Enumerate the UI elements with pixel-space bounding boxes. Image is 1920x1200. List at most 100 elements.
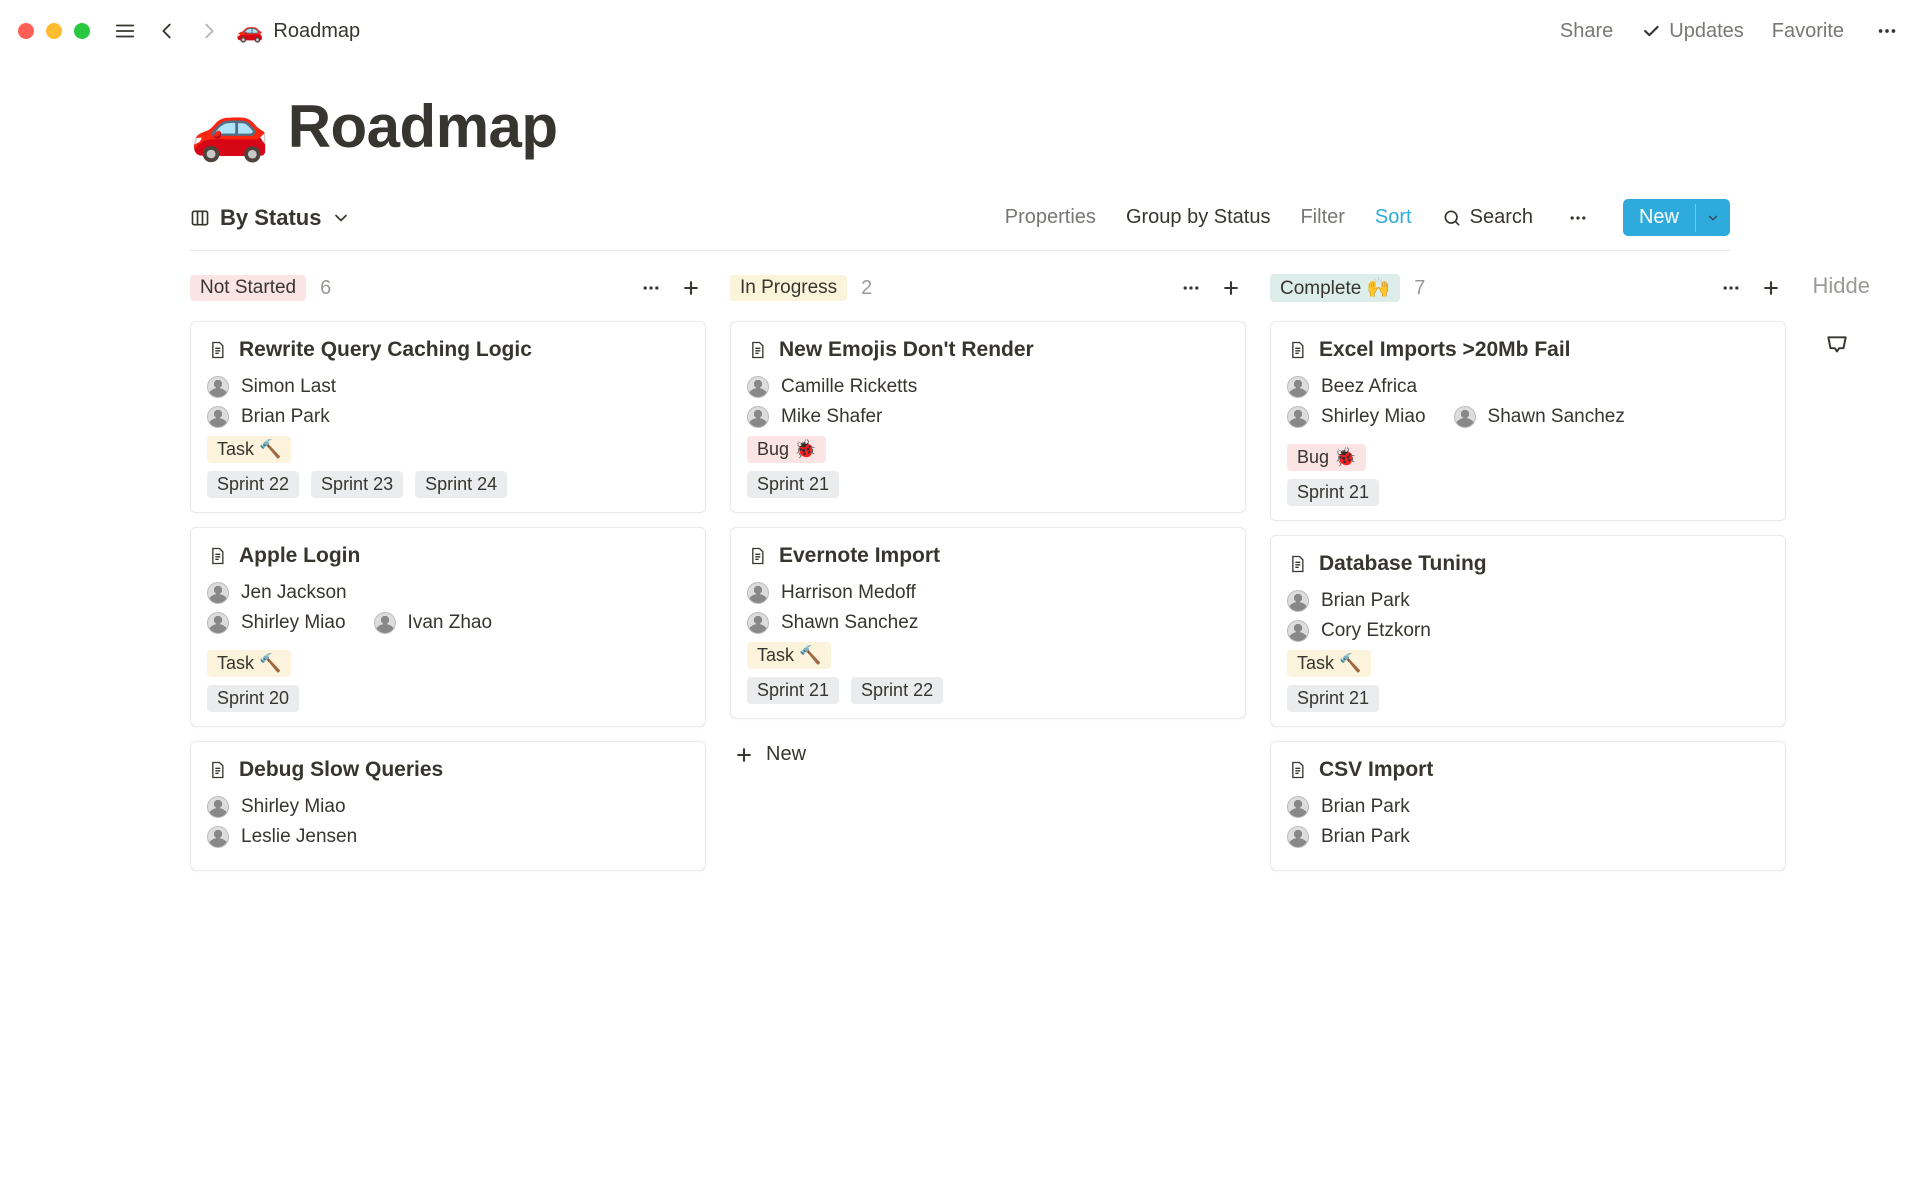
card[interactable]: New Emojis Don't Render Camille Ricketts M… [730,321,1246,513]
view-selector[interactable]: By Status [190,205,351,231]
avatar [207,612,229,634]
sort-button[interactable]: Sort [1375,206,1412,229]
status-pill[interactable]: In Progress [730,275,847,301]
page-title: 🚗 Roadmap [190,92,1730,161]
forward-button[interactable] [194,16,224,46]
page-icon [747,340,767,360]
new-page-button[interactable]: New [1623,199,1730,236]
close-window-button[interactable] [18,23,34,39]
card-title: Database Tuning [1287,552,1769,576]
minimize-window-button[interactable] [46,23,62,39]
topbar: 🚗 Roadmap Share Updates Favorite [0,0,1920,62]
avatar [1287,376,1309,398]
card[interactable]: Excel Imports >20Mb Fail Beez Africa Shirl… [1270,321,1786,521]
card-title: New Emojis Don't Render [747,338,1229,362]
view-toolbar: By Status Properties Group by Status Fil… [190,199,1730,251]
search-icon [1442,208,1462,228]
column-add-button[interactable] [676,273,706,303]
check-icon [1641,21,1661,41]
breadcrumb[interactable]: 🚗 Roadmap [236,18,360,44]
breadcrumb-emoji: 🚗 [236,18,263,44]
card[interactable]: Apple LoginJen JacksonShirley MiaoIvan Z… [190,527,706,727]
updates-button[interactable]: Updates [1641,20,1744,43]
column-more-button[interactable] [1716,273,1746,303]
page-title-text[interactable]: Roadmap [288,92,558,161]
filter-button[interactable]: Filter [1300,206,1344,229]
view-actions: Properties Group by Status Filter Sort S… [1005,199,1730,236]
card-person: Mike Shafer [747,406,1229,428]
column-in_progress: In Progress 2 New Emojis Don't RenderCam… [730,273,1246,885]
card-title: CSV Import [1287,758,1769,782]
groupby-button[interactable]: Group by Status [1126,206,1271,229]
board-icon [190,208,210,228]
card-person: Cory Etzkorn [1287,620,1769,642]
card[interactable]: Database TuningBrian ParkCory EtzkornTas… [1270,535,1786,727]
back-button[interactable] [152,16,182,46]
sprint-tag: Sprint 23 [311,471,403,498]
column-header: Not Started 6 [190,273,706,303]
card-title: Rewrite Query Caching Logic [207,338,689,362]
page-icon [207,760,227,780]
card[interactable]: Rewrite Query Caching Logic Simon Last Bri… [190,321,706,513]
hamburger-menu-button[interactable] [110,16,140,46]
status-pill[interactable]: Not Started [190,275,306,301]
type-tag: Task 🔨 [207,436,291,463]
card-person: Shawn Sanchez [1454,406,1625,428]
card-person: Simon Last [207,376,689,398]
sprint-tag: Sprint 22 [851,677,943,704]
sprint-tag: Sprint 20 [207,685,299,712]
sprint-tag: Sprint 22 [207,471,299,498]
inbox-icon[interactable] [1824,333,1850,359]
page-icon [1287,340,1307,360]
properties-button[interactable]: Properties [1005,206,1096,229]
card-person: Harrison Medoff [747,582,1229,604]
avatar [1287,620,1309,642]
type-tag: Bug 🐞 [1287,444,1366,471]
card-person: Leslie Jensen [207,826,689,848]
column-add-button[interactable] [1756,273,1786,303]
card-person: Camille Ricketts [747,376,1229,398]
card-person: Brian Park [1287,590,1769,612]
sprint-tag: Sprint 21 [1287,479,1379,506]
new-page-dropdown[interactable] [1695,204,1730,232]
column-more-button[interactable] [636,273,666,303]
card-person: Brian Park [1287,826,1769,848]
card-person: Brian Park [207,406,689,428]
card[interactable]: Evernote ImportHarrison MedoffShawn Sanc… [730,527,1246,719]
search-button[interactable]: Search [1442,206,1533,229]
card-person: Jen Jackson [207,582,689,604]
more-menu-button[interactable] [1872,16,1902,46]
card[interactable]: Debug Slow QueriesShirley MiaoLeslie Jen… [190,741,706,871]
maximize-window-button[interactable] [74,23,90,39]
page-icon [747,546,767,566]
page-icon [1287,760,1307,780]
column-add-button[interactable] [1216,273,1246,303]
card-person: Shawn Sanchez [747,612,1229,634]
avatar [747,582,769,604]
avatar [747,406,769,428]
status-pill[interactable]: Complete 🙌 [1270,274,1400,302]
column-more-button[interactable] [1176,273,1206,303]
card-title: Excel Imports >20Mb Fail [1287,338,1769,362]
avatar [1287,796,1309,818]
favorite-button[interactable]: Favorite [1772,20,1844,43]
page-content: 🚗 Roadmap By Status Properties Group by … [0,62,1920,885]
plus-icon [734,745,754,765]
avatar [207,826,229,848]
page-icon [207,546,227,566]
view-more-button[interactable] [1563,203,1593,233]
column-count: 6 [320,277,331,300]
avatar [207,582,229,604]
sprint-tag: Sprint 24 [415,471,507,498]
card[interactable]: CSV ImportBrian ParkBrian Park [1270,741,1786,871]
card-person: Shirley Miao [1287,406,1426,428]
type-tag: Bug 🐞 [747,436,826,463]
card-person: Beez Africa [1287,376,1769,398]
breadcrumb-title: Roadmap [273,20,360,43]
sprint-tag: Sprint 21 [747,677,839,704]
window-traffic-lights [18,23,90,39]
add-card-button[interactable]: New [730,733,1246,776]
hidden-columns-label[interactable]: Hidde [1813,273,1870,299]
share-button[interactable]: Share [1560,20,1613,43]
page-emoji[interactable]: 🚗 [190,95,270,159]
